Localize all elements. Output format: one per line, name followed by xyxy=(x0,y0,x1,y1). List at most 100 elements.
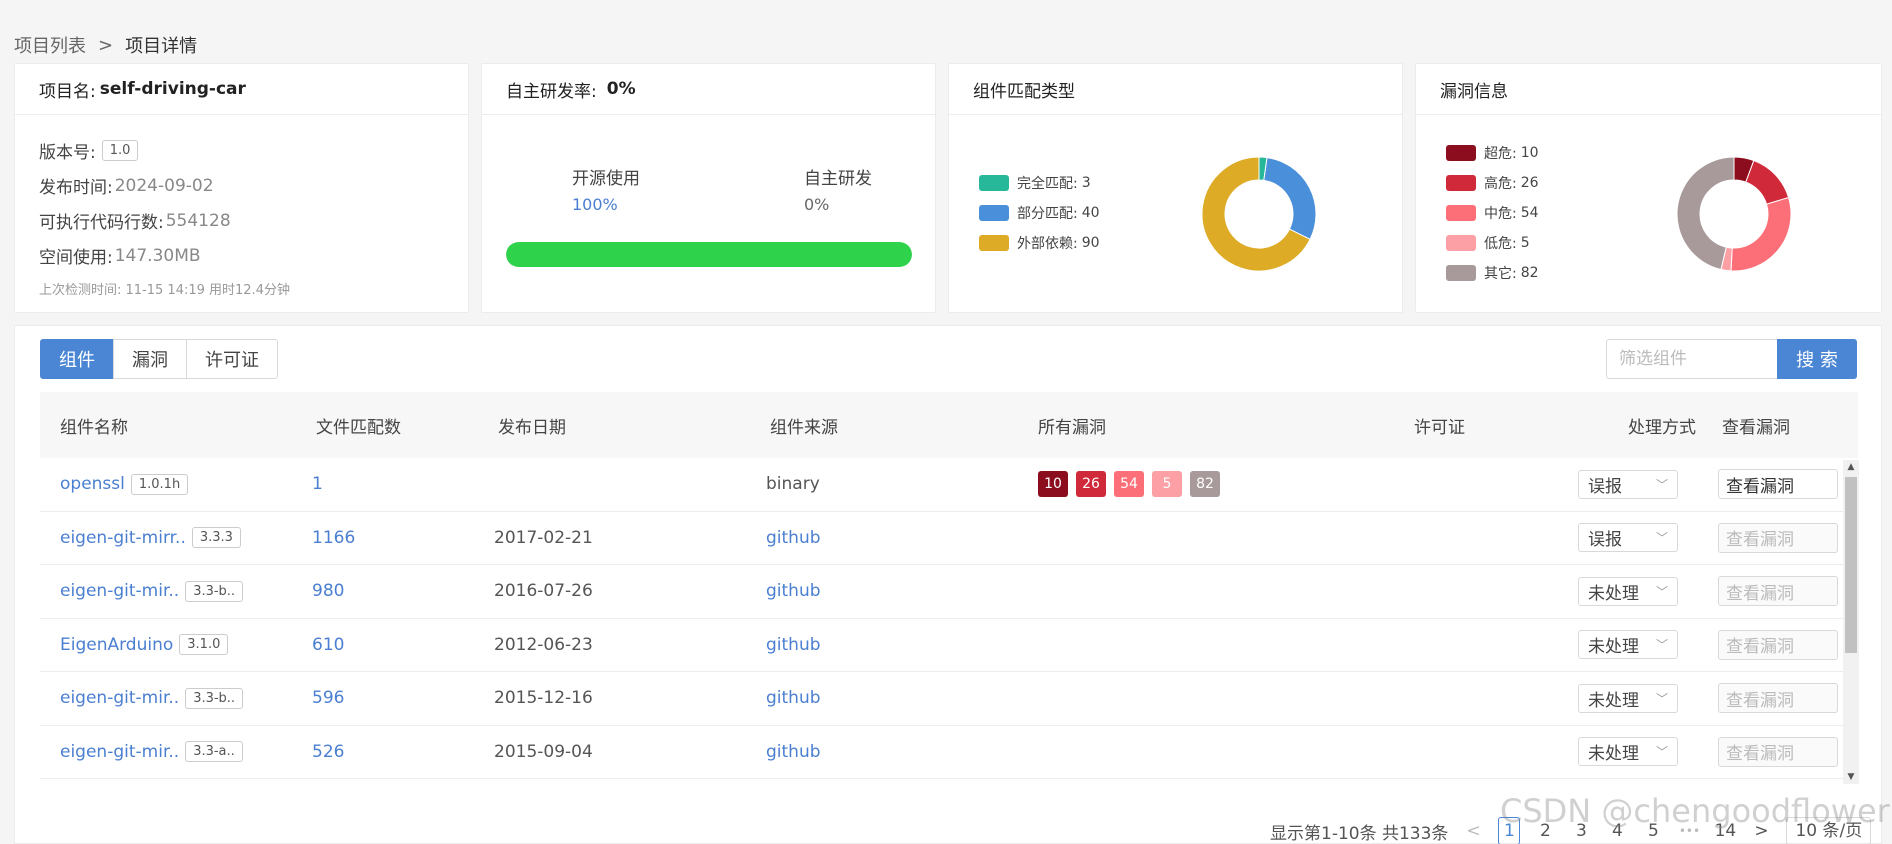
table-body: openssl 1.0.1h 1 binary 10 26 54 5 82 误报 ﹀ 查… xyxy=(40,458,1858,779)
vuln-legend-item[interactable]: 高危: 26 xyxy=(1446,168,1539,198)
rate-title-value: 0% xyxy=(606,79,636,99)
open-source-col: 开源使用 100% xyxy=(572,164,640,214)
file-match-count-link[interactable]: 526 xyxy=(312,742,344,762)
vuln-legend-label: 中危: xyxy=(1484,206,1517,222)
open-source-value: 100% xyxy=(572,195,618,214)
release-row: 发布时间: 2024-09-02 xyxy=(39,168,444,203)
chevron-down-icon: ﹀ xyxy=(1655,477,1668,492)
file-match-count-link[interactable]: 610 xyxy=(312,635,344,655)
vuln-legend-label: 超危: xyxy=(1484,146,1517,162)
match-legend-item[interactable]: 外部依赖: 90 xyxy=(979,228,1100,258)
view-vulns-button[interactable]: 查看漏洞 xyxy=(1718,683,1838,714)
space-value: 147.30MB xyxy=(114,245,201,266)
match-legend-label: 完全匹配: xyxy=(1017,176,1078,192)
view-vulns-button[interactable]: 查看漏洞 xyxy=(1718,522,1838,553)
match-donut-chart xyxy=(1201,156,1317,272)
open-source-progress-bar xyxy=(506,242,912,267)
match-legend-value: 3 xyxy=(1081,175,1091,191)
component-source[interactable]: github xyxy=(766,688,821,708)
vuln-donut-slice[interactable] xyxy=(1730,196,1792,272)
match-legend-item[interactable]: 完全匹配: 3 xyxy=(979,168,1100,198)
handling-select[interactable]: 未处理 ﹀ xyxy=(1578,630,1678,660)
component-name-cell: eigen-git-mir.. 3.3-a.. xyxy=(40,741,312,763)
vuln-legend-swatch xyxy=(1446,265,1476,281)
match-legend-item[interactable]: 部分匹配: 40 xyxy=(979,198,1100,228)
file-match-count-link[interactable]: 1166 xyxy=(312,528,355,548)
chevron-down-icon: ﹀ xyxy=(1655,745,1668,760)
breadcrumb-project-list[interactable]: 项目列表 xyxy=(14,32,86,58)
tab-vulnerabilities[interactable]: 漏洞 xyxy=(113,339,187,379)
tab-components[interactable]: 组件 xyxy=(40,339,114,379)
vuln-legend-swatch xyxy=(1446,175,1476,191)
scroll-up-icon[interactable]: ▲ xyxy=(1843,462,1859,472)
vuln-count-badge: 10 xyxy=(1038,471,1068,498)
table-row: openssl 1.0.1h 1 binary 10 26 54 5 82 误报 ﹀ 查… xyxy=(40,458,1858,512)
vuln-legend-item[interactable]: 超危: 10 xyxy=(1446,138,1539,168)
file-match-count-link[interactable]: 1 xyxy=(312,474,323,494)
view-vulns-button[interactable]: 查看漏洞 xyxy=(1718,576,1838,607)
chevron-down-icon: ﹀ xyxy=(1655,531,1668,546)
vuln-legend-value: 5 xyxy=(1520,235,1530,251)
component-name-link[interactable]: openssl xyxy=(60,474,125,494)
handling-select[interactable]: 未处理 ﹀ xyxy=(1578,683,1678,713)
component-name-link[interactable]: eigen-git-mir.. xyxy=(60,581,179,601)
progress-fill xyxy=(506,242,912,267)
filter-components-input[interactable] xyxy=(1606,339,1777,379)
component-source[interactable]: github xyxy=(766,581,821,601)
self-dev-label: 自主研发 xyxy=(804,169,872,189)
component-name-link[interactable]: eigen-git-mir.. xyxy=(60,688,179,708)
table-row: eigen-git-mir.. 3.3-b.. 596 2015-12-16 g… xyxy=(40,672,1858,726)
version-row: 版本号: 1.0 xyxy=(39,133,444,168)
scroll-thumb[interactable] xyxy=(1845,477,1857,653)
project-card-header: 项目名: self-driving-car xyxy=(15,64,468,115)
file-match-count-link[interactable]: 980 xyxy=(312,581,344,601)
vuln-donut-slice[interactable] xyxy=(1745,159,1790,205)
match-donut-slice[interactable] xyxy=(1263,157,1317,241)
tab-licenses[interactable]: 许可证 xyxy=(186,339,278,379)
component-name-cell: eigen-git-mirr.. 3.3.3 xyxy=(40,527,312,549)
component-name-link[interactable]: eigen-git-mirr.. xyxy=(60,528,186,548)
table-scrollbar[interactable]: ▲ ▼ xyxy=(1843,460,1859,784)
scroll-down-icon[interactable]: ▼ xyxy=(1843,772,1859,782)
match-legend-value: 40 xyxy=(1081,205,1100,221)
search-bar: 搜 索 xyxy=(1606,339,1857,379)
col-header-name[interactable]: 组件名称 xyxy=(40,413,312,438)
component-name-link[interactable]: eigen-git-mir.. xyxy=(60,742,179,762)
components-table: 组件名称 文件匹配数 发布日期 组件来源 所有漏洞 许可证 处理方式 查看漏洞 … xyxy=(40,392,1858,779)
vuln-legend-value: 82 xyxy=(1520,265,1539,281)
prev-page-button[interactable]: < xyxy=(1462,821,1484,841)
vuln-donut-chart xyxy=(1676,156,1792,272)
component-source[interactable]: github xyxy=(766,528,821,548)
breadcrumb-separator: > xyxy=(98,34,114,56)
component-name-cell: openssl 1.0.1h xyxy=(40,473,312,495)
view-vulns-button[interactable]: 查看漏洞 xyxy=(1718,469,1838,500)
vuln-legend: 超危: 10 高危: 26 中危: 54 低危: 5 其它: 82 xyxy=(1446,138,1539,288)
vuln-legend-item[interactable]: 低危: 5 xyxy=(1446,228,1539,258)
vuln-legend-swatch xyxy=(1446,145,1476,161)
table-header: 组件名称 文件匹配数 发布日期 组件来源 所有漏洞 许可证 处理方式 查看漏洞 xyxy=(40,392,1858,458)
col-header-handling: 处理方式 xyxy=(1628,417,1696,438)
vuln-count-badge: 54 xyxy=(1114,471,1144,498)
view-vulns-button[interactable]: 查看漏洞 xyxy=(1718,629,1838,660)
col-header-matches[interactable]: 文件匹配数 xyxy=(312,413,494,438)
component-source[interactable]: github xyxy=(766,635,821,655)
file-match-count-link[interactable]: 596 xyxy=(312,688,344,708)
handling-select[interactable]: 误报 ﹀ xyxy=(1578,523,1678,553)
vuln-legend-item[interactable]: 中危: 54 xyxy=(1446,198,1539,228)
vuln-legend-item[interactable]: 其它: 82 xyxy=(1446,258,1539,288)
component-name-link[interactable]: EigenArduino xyxy=(60,635,173,655)
open-source-label: 开源使用 xyxy=(572,169,640,189)
project-info-card: 项目名: self-driving-car 版本号: 1.0 发布时间: 202… xyxy=(14,63,469,313)
view-vulns-button[interactable]: 查看漏洞 xyxy=(1718,736,1838,767)
handling-select[interactable]: 未处理 ﹀ xyxy=(1578,576,1678,606)
match-legend-label: 部分匹配: xyxy=(1017,206,1078,222)
col-header-source[interactable]: 组件来源 xyxy=(766,413,1038,438)
match-legend: 完全匹配: 3 部分匹配: 40 外部依赖: 90 xyxy=(979,168,1100,258)
component-name-cell: eigen-git-mir.. 3.3-b.. xyxy=(40,687,312,709)
handling-select[interactable]: 未处理 ﹀ xyxy=(1578,737,1678,767)
col-header-date[interactable]: 发布日期 xyxy=(494,413,766,438)
component-source[interactable]: github xyxy=(766,742,821,762)
handling-select[interactable]: 误报 ﹀ xyxy=(1578,469,1678,499)
release-date: 2015-12-16 xyxy=(494,688,593,709)
search-button[interactable]: 搜 索 xyxy=(1777,339,1857,379)
